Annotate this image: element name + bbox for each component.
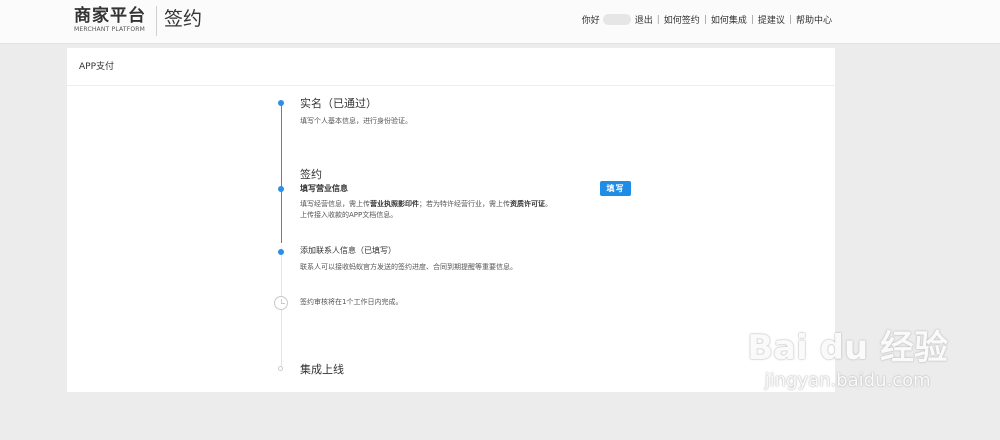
greeting-text: 你好	[581, 16, 600, 26]
step-realname-title: 实名（已通过）	[300, 97, 377, 110]
business-license-text: 营业执照影印件	[370, 200, 419, 208]
top-bar: 商家平台 MERCHANT PLATFORM 签约 你好 退出 | 如何签约 |…	[0, 0, 1000, 44]
desc-text: ；若为特许经营行业，需上传	[419, 200, 510, 208]
step-app-doc-desc: 上传接入收款的APP文档信息。	[300, 211, 398, 219]
nav-separator: |	[788, 14, 792, 25]
desc-text: 。	[545, 200, 552, 208]
merchant-platform-logo[interactable]: 商家平台 MERCHANT PLATFORM	[74, 6, 146, 34]
step-contract-title: 签约	[300, 168, 322, 181]
step-realname-desc: 填写个人基本信息，进行身份验证。	[300, 117, 412, 125]
step-business-info-desc: 填写经营信息，需上传营业执照影印件；若为特许经营行业，需上传资质许可证。	[300, 199, 552, 210]
step-contact-title: 添加联系人信息（已填写）	[300, 246, 396, 255]
logo-subtitle: MERCHANT PLATFORM	[74, 26, 146, 33]
step-contact-desc: 联系人可以接收蚂蚁官方发送的签约进度、合同到期提醒等重要信息。	[300, 263, 517, 271]
timeline-dot-icon	[278, 249, 284, 255]
qualification-license-text: 资质许可证	[510, 200, 545, 208]
header-divider	[156, 6, 157, 36]
fill-business-info-button[interactable]: 填写	[600, 181, 631, 196]
nav-separator: |	[750, 14, 754, 25]
logout-link[interactable]: 退出	[635, 13, 653, 26]
nav-separator: |	[703, 14, 707, 25]
signing-panel: APP支付 实名（已通过） 填写个人基本信息，进行身份验证。 签约 填写营业信息…	[67, 48, 835, 392]
how-to-integrate-link[interactable]: 如何集成	[711, 13, 747, 26]
timeline-dot-icon	[278, 100, 284, 106]
timeline-line-completed	[281, 102, 282, 243]
step-business-info-title: 填写营业信息	[300, 184, 348, 193]
how-to-sign-link[interactable]: 如何签约	[664, 13, 700, 26]
nav-separator: |	[656, 14, 660, 25]
step-launch-title: 集成上线	[300, 363, 344, 376]
step-review-desc: 签约审核将在1个工作日内完成。	[300, 298, 403, 306]
timeline-dot-icon	[278, 186, 284, 192]
clock-icon	[274, 296, 288, 310]
feedback-link[interactable]: 提建议	[758, 13, 785, 26]
help-center-link[interactable]: 帮助中心	[796, 13, 832, 26]
panel-title: APP支付	[67, 48, 835, 86]
page-title: 签约	[164, 8, 203, 30]
timeline-dot-icon	[278, 366, 283, 371]
top-nav: 你好 退出 | 如何签约 | 如何集成 | 提建议 | 帮助中心	[582, 13, 832, 26]
avatar	[602, 14, 631, 25]
logo-title: 商家平台	[74, 6, 146, 26]
desc-text: 填写经营信息，需上传	[300, 200, 370, 208]
